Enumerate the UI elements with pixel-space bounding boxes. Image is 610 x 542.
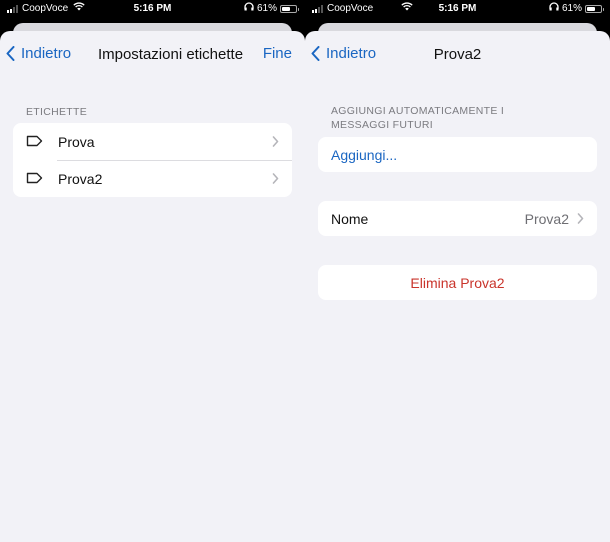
name-label: Nome	[331, 210, 369, 227]
labels-list: Prova Prova2	[13, 123, 292, 197]
label-name: Prova	[58, 133, 95, 150]
name-row[interactable]: Nome Prova2	[318, 201, 597, 236]
add-messages-group: Aggiungi...	[318, 137, 597, 172]
headphones-icon	[244, 0, 254, 17]
label-tag-icon	[26, 135, 43, 147]
done-button[interactable]: Fine	[263, 45, 292, 62]
add-messages-button[interactable]: Aggiungi...	[318, 137, 597, 172]
name-value: Prova2	[524, 210, 569, 227]
battery-percent: 61%	[561, 3, 582, 14]
navigation-bar: Indietro Impostazioni etichette Fine	[0, 31, 305, 79]
labels-section-header: ETICHETTE	[26, 106, 88, 118]
list-item-prova2[interactable]: Prova2	[13, 160, 292, 197]
auto-add-section-header: AGGIUNGI AUTOMATICAMENTE I MESSAGGI FUTU…	[331, 105, 505, 131]
settings-sheet: Indietro Impostazioni etichette Fine ETI…	[0, 31, 305, 542]
add-messages-label: Aggiungi...	[331, 146, 398, 163]
chevron-right-icon	[272, 173, 279, 184]
name-group: Nome Prova2	[318, 201, 597, 236]
battery-icon	[585, 4, 604, 13]
battery-icon	[280, 4, 299, 13]
page-title: Prova2	[433, 46, 482, 63]
label-detail-screen: CoopVoce 5:16 PM 61% Indietro Prova2 AGG…	[305, 0, 610, 542]
headphones-icon	[549, 0, 559, 17]
delete-group: Elimina Prova2	[318, 265, 597, 300]
list-item-prova[interactable]: Prova	[13, 123, 292, 160]
status-bar: CoopVoce 5:16 PM 61%	[305, 0, 610, 17]
chevron-right-icon	[577, 213, 584, 224]
label-name: Prova2	[58, 170, 103, 187]
label-detail-sheet: Indietro Prova2 AGGIUNGI AUTOMATICAMENTE…	[305, 31, 610, 542]
status-bar: CoopVoce 5:16 PM 61%	[0, 0, 305, 17]
delete-label-text: Elimina Prova2	[410, 274, 505, 291]
chevron-right-icon	[272, 136, 279, 147]
label-settings-screen: CoopVoce 5:16 PM 61% Indietro Impostazio…	[0, 0, 305, 542]
battery-percent: 61%	[256, 3, 277, 14]
navigation-bar: Indietro Prova2	[305, 31, 610, 79]
chevron-left-icon	[6, 46, 15, 61]
label-tag-icon	[26, 172, 43, 184]
delete-label-button[interactable]: Elimina Prova2	[318, 265, 597, 300]
